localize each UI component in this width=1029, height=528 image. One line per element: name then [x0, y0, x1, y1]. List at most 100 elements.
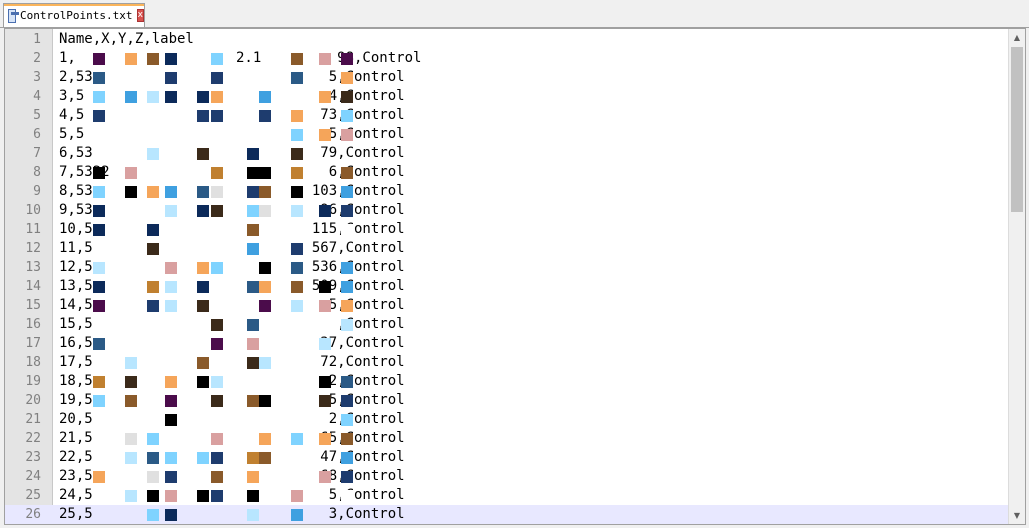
redaction-block	[165, 471, 177, 483]
redaction-block	[341, 414, 353, 426]
text-line[interactable]: 13 12,5 536,Control	[5, 258, 1010, 277]
redaction-block	[125, 433, 137, 445]
line-number: 6	[33, 127, 41, 142]
redaction-block	[93, 338, 105, 350]
scrollbar-thumb[interactable]	[1011, 47, 1023, 212]
text-line[interactable]: 10 9,53 96,Control	[5, 201, 1010, 220]
line-number: 3	[33, 70, 41, 85]
line-number: 16	[25, 317, 41, 332]
redaction-block	[147, 452, 159, 464]
redaction-block	[197, 110, 209, 122]
line-number: 15	[25, 298, 41, 313]
line-number: 25	[25, 488, 41, 503]
redaction-block	[341, 91, 353, 103]
redaction-block	[197, 262, 209, 274]
tab-bar: ControlPoints.txt x	[0, 0, 1029, 28]
redaction-block	[341, 129, 353, 141]
line-number: 10	[25, 203, 41, 218]
line-number: 12	[25, 241, 41, 256]
redaction-block	[291, 72, 303, 84]
redaction-block	[247, 186, 259, 198]
redaction-block	[341, 281, 353, 293]
redaction-block	[93, 395, 105, 407]
redaction-block	[211, 490, 223, 502]
redaction-block	[125, 395, 137, 407]
redaction-block	[291, 262, 303, 274]
redaction-block	[319, 338, 331, 350]
redaction-block	[247, 243, 259, 255]
text-line[interactable]: 8 7,5322 6,Control	[5, 163, 1010, 182]
text-line[interactable]: 20 19,5 5,Control	[5, 391, 1010, 410]
redaction-block	[211, 186, 223, 198]
text-line[interactable]: 6 5,5 5,Control	[5, 125, 1010, 144]
text-line[interactable]: 3 2,53 5,Control	[5, 68, 1010, 87]
scroll-up-icon[interactable]: ▲	[1009, 29, 1025, 46]
redaction-block	[197, 376, 209, 388]
redaction-block	[211, 319, 223, 331]
redaction-block	[259, 186, 271, 198]
redaction-block	[341, 262, 353, 274]
text-line[interactable]: 18 17,5 72,Control	[5, 353, 1010, 372]
redaction-block	[125, 357, 137, 369]
text-editor[interactable]: 1 Name,X,Y,Z,label 2 1, 2.1 98,Control 3 2,53…	[4, 28, 1026, 525]
redaction-block	[165, 509, 177, 521]
redaction-block	[211, 205, 223, 217]
line-number: 20	[25, 393, 41, 408]
redaction-block	[147, 53, 159, 65]
redaction-block	[165, 300, 177, 312]
redaction-block	[147, 509, 159, 521]
line-number: 24	[25, 469, 41, 484]
text-line[interactable]: 5 4,5 73,Control	[5, 106, 1010, 125]
text-line[interactable]: 17 16,5 37,Control	[5, 334, 1010, 353]
redaction-block	[259, 262, 271, 274]
scroll-down-icon[interactable]: ▼	[1009, 507, 1025, 524]
redaction-block	[93, 186, 105, 198]
redaction-block	[165, 395, 177, 407]
text-line[interactable]: 16 15,5 ,Control	[5, 315, 1010, 334]
vertical-scrollbar[interactable]: ▲ ▼	[1008, 29, 1025, 524]
text-line[interactable]: 1 Name,X,Y,Z,label	[5, 30, 1010, 49]
line-number: 14	[25, 279, 41, 294]
redaction-block	[319, 129, 331, 141]
redaction-block	[125, 167, 137, 179]
redaction-block	[93, 281, 105, 293]
redaction-block	[247, 509, 259, 521]
redaction-block	[319, 433, 331, 445]
tab-label: ControlPoints.txt	[19, 9, 133, 22]
redaction-block	[247, 224, 259, 236]
redaction-block	[291, 53, 303, 65]
line-number: 4	[33, 89, 41, 104]
redaction-block	[211, 167, 223, 179]
text-line[interactable]: 19 18,5 2,Control	[5, 372, 1010, 391]
redaction-block	[259, 300, 271, 312]
redaction-block	[93, 376, 105, 388]
redaction-block	[197, 300, 209, 312]
line-text: 6,53 79,Control	[59, 145, 405, 161]
redaction-block	[211, 91, 223, 103]
redaction-block	[197, 357, 209, 369]
tab-controlpoints[interactable]: ControlPoints.txt x	[3, 3, 145, 27]
line-number: 17	[25, 336, 41, 351]
redaction-block	[291, 110, 303, 122]
redaction-block	[341, 319, 353, 331]
close-icon[interactable]: x	[136, 9, 144, 22]
redaction-block	[211, 433, 223, 445]
redaction-block	[197, 186, 209, 198]
redaction-block	[197, 281, 209, 293]
line-number: 7	[33, 146, 41, 161]
line-number: 19	[25, 374, 41, 389]
redaction-block	[93, 91, 105, 103]
redaction-block	[259, 452, 271, 464]
redaction-block	[147, 148, 159, 160]
line-number: 21	[25, 412, 41, 427]
redaction-block	[319, 205, 331, 217]
redaction-block	[291, 300, 303, 312]
redaction-block	[211, 110, 223, 122]
line-number: 8	[33, 165, 41, 180]
text-line[interactable]: 21 20,5 2,Control	[5, 410, 1010, 429]
redaction-block	[147, 243, 159, 255]
redaction-block	[259, 395, 271, 407]
redaction-block	[247, 357, 259, 369]
redaction-block	[291, 167, 303, 179]
redaction-block	[147, 281, 159, 293]
